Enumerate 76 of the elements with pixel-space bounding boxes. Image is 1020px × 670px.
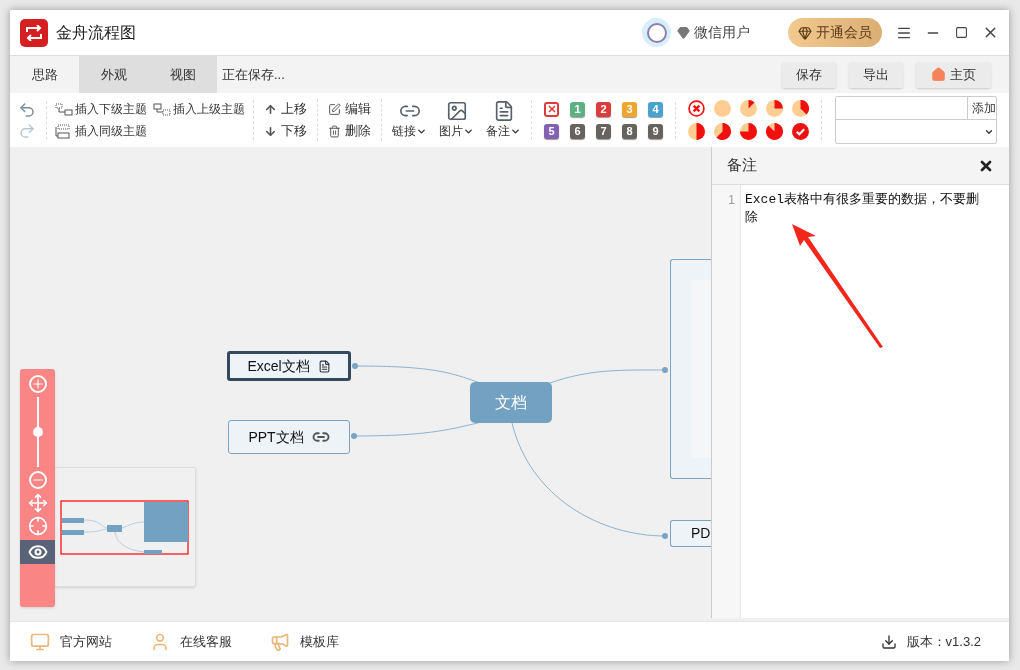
toolbar-button[interactable]: 下移 (264, 121, 307, 141)
arrow-down-icon (264, 124, 277, 138)
undo-icon[interactable] (18, 100, 36, 119)
insert-topic-icon (55, 101, 73, 117)
insert-topic-button[interactable]: 插入上级主题 (153, 100, 245, 118)
progress-pie-icon[interactable] (714, 123, 731, 140)
move-icon[interactable] (27, 493, 48, 513)
progress-pie-icon[interactable] (688, 123, 705, 140)
home-icon (931, 67, 946, 82)
progress-pie-icon[interactable] (792, 100, 809, 117)
action-button[interactable]: 主页 (916, 61, 991, 88)
priority-clear-icon[interactable] (544, 101, 559, 117)
topic-node[interactable]: PPT文档 (228, 420, 350, 454)
tab[interactable]: 外观 (79, 56, 148, 93)
vip-button[interactable]: 开通会员 (788, 18, 882, 47)
progress-pie-icon[interactable] (766, 100, 783, 117)
window-title: 金舟流程图 (56, 22, 136, 43)
priority-icon[interactable]: 7 (596, 123, 611, 139)
footer-link[interactable]: 在线客服 (150, 631, 232, 652)
dropdown-button[interactable]: 链接 (392, 100, 427, 140)
topic-node[interactable]: PD (670, 520, 711, 547)
insert-topic-button[interactable]: 插入下级主题 (55, 100, 147, 118)
download-icon[interactable] (880, 633, 897, 650)
megaphone-icon (270, 631, 290, 652)
progress-clear-icon[interactable] (688, 100, 705, 117)
zoom-slider[interactable] (31, 397, 44, 467)
priority-icon[interactable]: 9 (648, 123, 663, 139)
image-topic[interactable] (670, 259, 711, 479)
zoom-in-icon[interactable] (28, 375, 47, 393)
footer-link[interactable]: 模板库 (270, 631, 339, 652)
toolbar-button[interactable]: 删除 (328, 121, 371, 141)
tag-input[interactable] (836, 97, 968, 119)
diamond-icon (798, 25, 812, 40)
user-avatar[interactable] (642, 18, 671, 47)
edit-icon (328, 102, 341, 116)
priority-icon[interactable]: 8 (622, 123, 637, 139)
footer-link[interactable]: 官方网站 (30, 631, 112, 652)
maximize-icon[interactable] (955, 26, 968, 39)
line-number: 1 (727, 192, 736, 209)
user-name[interactable]: 微信用户 (694, 22, 750, 43)
progress-done-icon[interactable] (792, 123, 809, 140)
preview-toggle[interactable] (20, 540, 55, 564)
monitor-icon (30, 631, 50, 652)
arrow-up-icon (264, 102, 277, 116)
dropdown-button[interactable]: 图片 (439, 100, 474, 140)
progress-pie-icon[interactable] (766, 123, 783, 140)
note-text[interactable]: Excel表格中有很多重要的数据，不要删除 (745, 191, 985, 227)
insert-topic-button[interactable]: 插入同级主题 (55, 122, 147, 140)
note-icon (317, 359, 331, 373)
app-logo (20, 18, 48, 47)
priority-icon[interactable]: 6 (570, 123, 585, 139)
action-button[interactable]: 导出 (849, 61, 903, 88)
save-status: 正在保存... (222, 65, 285, 84)
progress-pie-icon[interactable] (740, 100, 757, 117)
toolbar-button[interactable]: 编辑 (328, 99, 371, 119)
slider-thumb[interactable] (32, 427, 43, 437)
image-icon (445, 100, 468, 122)
priority-icon[interactable]: 5 (544, 123, 559, 139)
eye-icon (27, 542, 48, 562)
insert-topic-icon (55, 123, 73, 139)
version-text: 版本：v1.3.2 (906, 632, 981, 651)
zoom-out-icon[interactable] (28, 471, 47, 489)
action-button[interactable]: 保存 (782, 61, 836, 88)
tab[interactable]: 视图 (148, 56, 217, 93)
topic-node[interactable]: Excel文档 (227, 351, 351, 381)
panel-title: 备注 (727, 155, 757, 176)
diamond-icon (677, 26, 690, 39)
center-icon[interactable] (27, 516, 48, 536)
add-tag-button[interactable]: 添加 (968, 97, 996, 119)
insert-topic-icon (153, 101, 171, 117)
dropdown-button[interactable]: 备注 (486, 100, 521, 140)
priority-icon[interactable]: 2 (596, 101, 611, 117)
trash-icon (328, 124, 341, 138)
progress-pie-icon[interactable] (740, 123, 757, 140)
user-icon (150, 631, 170, 652)
toolbar-button[interactable]: 上移 (264, 99, 307, 119)
